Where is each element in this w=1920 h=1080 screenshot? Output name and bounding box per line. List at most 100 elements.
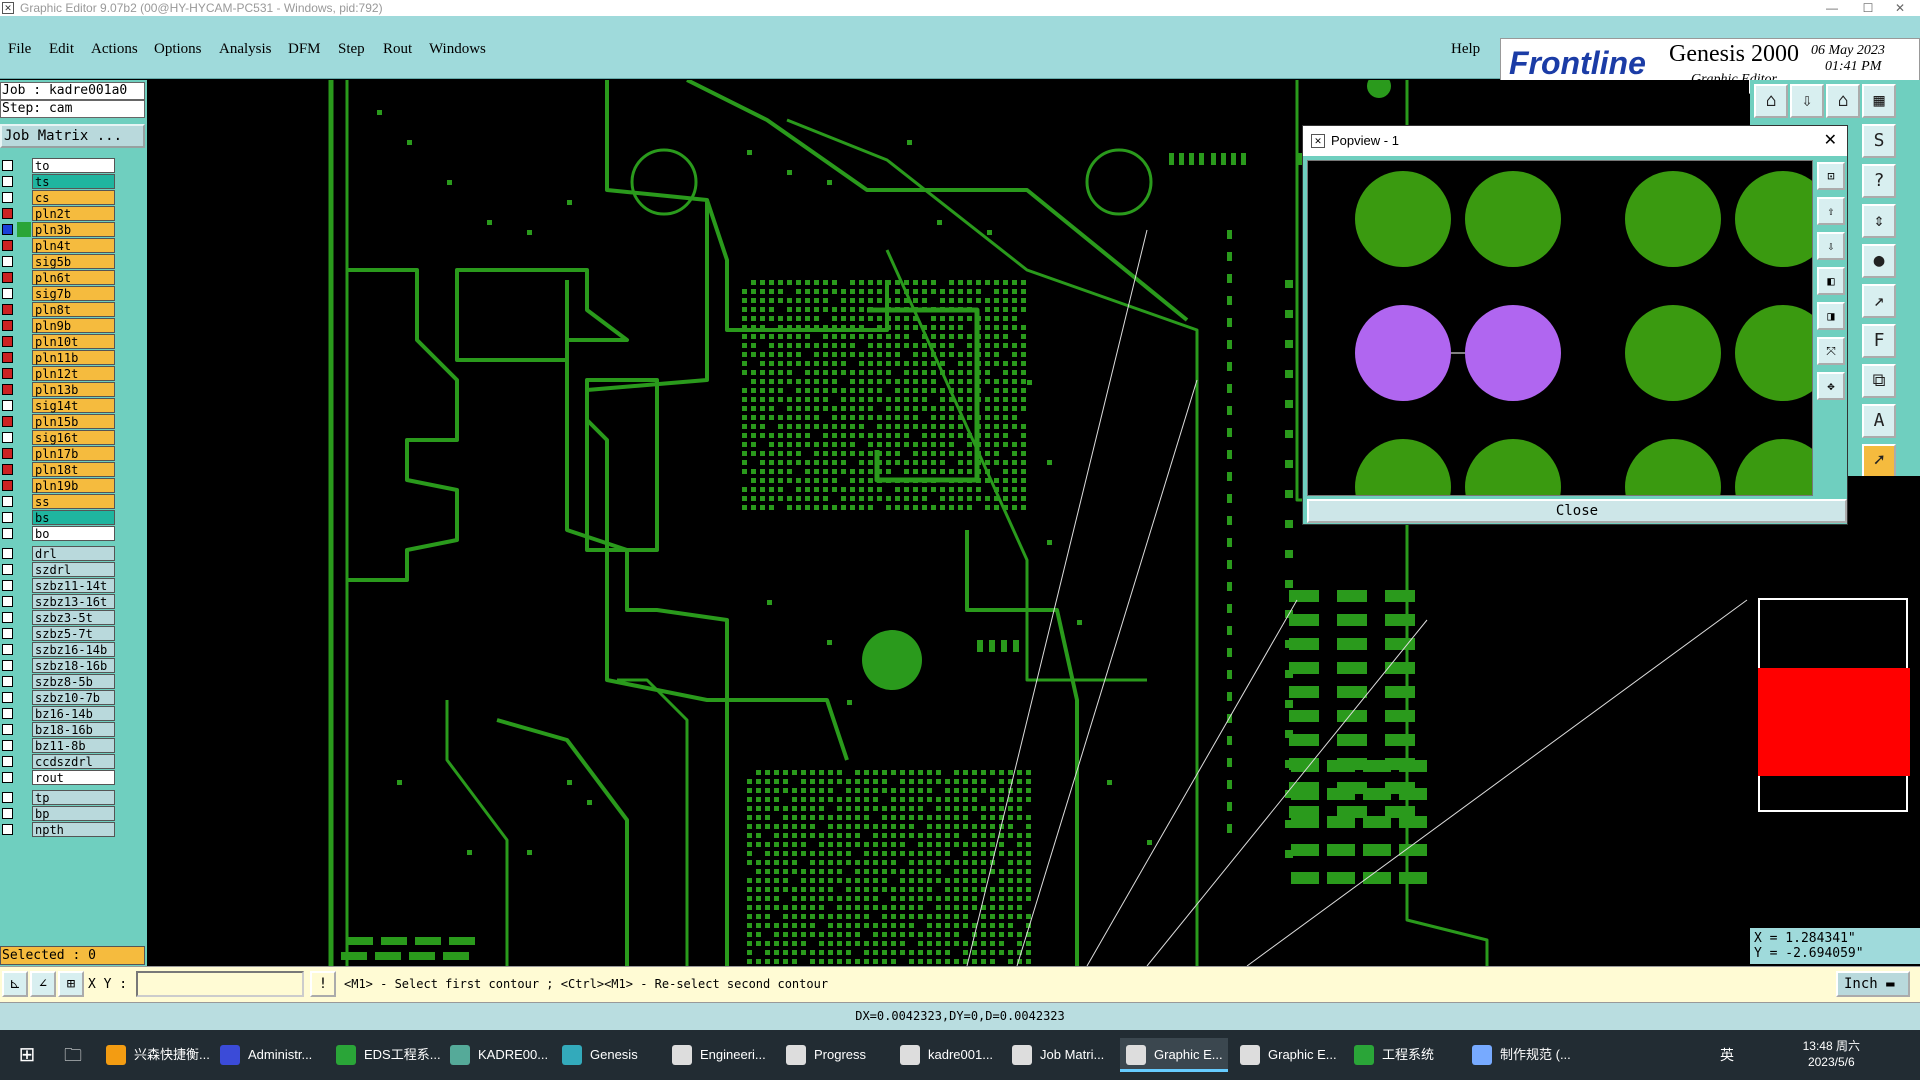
layer-checkbox[interactable] <box>2 192 13 203</box>
layer-color-swatch[interactable] <box>17 462 31 477</box>
layer-color-swatch[interactable] <box>17 690 31 705</box>
pv-fit-icon[interactable]: ⤧ <box>1817 337 1845 365</box>
taskbar-item[interactable]: Graphic E... <box>1234 1038 1342 1072</box>
layer-row-pln6t[interactable]: pln6t <box>0 270 117 285</box>
pv-zoom-out-icon[interactable]: ⇩ <box>1817 232 1845 260</box>
pad-icon[interactable]: ● <box>1862 244 1896 278</box>
layer-name[interactable]: pln9b <box>32 318 115 333</box>
layer-name[interactable]: bp <box>32 806 115 821</box>
layer-color-swatch[interactable] <box>17 594 31 609</box>
layer-checkbox[interactable] <box>2 740 13 751</box>
layer-row-npth[interactable]: npth <box>0 822 117 837</box>
layer-name[interactable]: sig7b <box>32 286 115 301</box>
menu-edit[interactable]: Edit <box>49 41 74 58</box>
popview-window[interactable]: ✕ Popview - 1 ✕ ⊡ ⇧ ⇩ ◧ ◨ ⤧ ✥ Close <box>1302 125 1848 525</box>
menu-windows[interactable]: Windows <box>429 41 486 58</box>
cursor-icon[interactable]: ➚ <box>1862 444 1896 478</box>
layer-name[interactable]: szbz3-5t <box>32 610 115 625</box>
layer-row-bz11-8b[interactable]: bz11-8b <box>0 738 117 753</box>
layer-checkbox[interactable] <box>2 692 13 703</box>
layer-name[interactable]: bz11-8b <box>32 738 115 753</box>
layer-color-swatch[interactable] <box>17 546 31 561</box>
layer-row-bs[interactable]: bs <box>0 510 117 525</box>
layer-color-swatch[interactable] <box>17 398 31 413</box>
menu-file[interactable]: File <box>8 41 31 58</box>
layer-checkbox[interactable] <box>2 368 13 379</box>
layer-name[interactable]: pln15b <box>32 414 115 429</box>
layer-name[interactable]: szdrl <box>32 562 115 577</box>
layer-color-swatch[interactable] <box>17 206 31 221</box>
layer-checkbox[interactable] <box>2 304 13 315</box>
layer-checkbox[interactable] <box>2 612 13 623</box>
menu-help[interactable]: Help <box>1451 41 1480 58</box>
layer-name[interactable]: ccdszdrl <box>32 754 115 769</box>
clock[interactable]: 13:48 周六 2023/5/6 <box>1803 1038 1860 1070</box>
layer-checkbox[interactable] <box>2 792 13 803</box>
layer-row-bz18-16b[interactable]: bz18-16b <box>0 722 117 737</box>
layer-row-ss[interactable]: ss <box>0 494 117 509</box>
help-icon[interactable]: ? <box>1862 164 1896 198</box>
layer-color-swatch[interactable] <box>17 350 31 365</box>
snap-icon[interactable]: S <box>1862 124 1896 158</box>
start-icon[interactable]: ⊞ <box>10 1038 44 1072</box>
layer-checkbox[interactable] <box>2 548 13 559</box>
layer-checkbox[interactable] <box>2 288 13 299</box>
popview-close-icon[interactable]: ✕ <box>1824 126 1837 156</box>
layer-row-szbz16-14b[interactable]: szbz16-14b <box>0 642 117 657</box>
layer-checkbox[interactable] <box>2 756 13 767</box>
layer-color-swatch[interactable] <box>17 754 31 769</box>
layer-checkbox[interactable] <box>2 824 13 835</box>
grid-icon[interactable]: ▦ <box>1862 84 1896 118</box>
pv-pan-left-icon[interactable]: ◧ <box>1817 267 1845 295</box>
menu-actions[interactable]: Actions <box>91 41 138 58</box>
layer-color-swatch[interactable] <box>17 494 31 509</box>
layer-name[interactable]: npth <box>32 822 115 837</box>
layer-checkbox[interactable] <box>2 564 13 575</box>
layer-row-bo[interactable]: bo <box>0 526 117 541</box>
taskbar-item[interactable]: Graphic E... <box>1120 1038 1228 1072</box>
layer-name[interactable]: cs <box>32 190 115 205</box>
layer-color-swatch[interactable] <box>17 366 31 381</box>
layer-color-swatch[interactable] <box>17 770 31 785</box>
pv-zoom-in-icon[interactable]: ⇧ <box>1817 197 1845 225</box>
layer-color-swatch[interactable] <box>17 318 31 333</box>
layer-color-swatch[interactable] <box>17 286 31 301</box>
layer-checkbox[interactable] <box>2 464 13 475</box>
layer-checkbox[interactable] <box>2 272 13 283</box>
layer-color-swatch[interactable] <box>17 222 31 237</box>
taskbar-item[interactable]: Administr... <box>214 1038 322 1072</box>
layer-color-swatch[interactable] <box>17 706 31 721</box>
layer-checkbox[interactable] <box>2 176 13 187</box>
layer-name[interactable]: pln17b <box>32 446 115 461</box>
snap-mode-icon[interactable]: ⊾ <box>2 971 28 997</box>
layer-name[interactable]: szbz5-7t <box>32 626 115 641</box>
layer-checkbox[interactable] <box>2 528 13 539</box>
layer-checkbox[interactable] <box>2 416 13 427</box>
layer-checkbox[interactable] <box>2 708 13 719</box>
layer-name[interactable]: bo <box>32 526 115 541</box>
layer-name[interactable]: ts <box>32 174 115 189</box>
layer-checkbox[interactable] <box>2 580 13 591</box>
taskbar-item[interactable]: Job Matri... <box>1006 1038 1114 1072</box>
layer-name[interactable]: sig5b <box>32 254 115 269</box>
select-icon[interactable]: ⧉ <box>1862 364 1896 398</box>
layer-row-pln8t[interactable]: pln8t <box>0 302 117 317</box>
layer-row-pln18t[interactable]: pln18t <box>0 462 117 477</box>
unit-select[interactable]: Inch ▬ <box>1836 971 1910 997</box>
layer-checkbox[interactable] <box>2 352 13 363</box>
layer-checkbox[interactable] <box>2 628 13 639</box>
layer-color-swatch[interactable] <box>17 658 31 673</box>
layer-row-pln10t[interactable]: pln10t <box>0 334 117 349</box>
layer-name[interactable]: tp <box>32 790 115 805</box>
layer-color-swatch[interactable] <box>17 642 31 657</box>
layer-color-swatch[interactable] <box>17 270 31 285</box>
route-icon[interactable]: ↗ <box>1862 284 1896 318</box>
layer-checkbox[interactable] <box>2 384 13 395</box>
layer-row-pln4t[interactable]: pln4t <box>0 238 117 253</box>
layer-row-sig16t[interactable]: sig16t <box>0 430 117 445</box>
layer-checkbox[interactable] <box>2 644 13 655</box>
taskbar-item[interactable]: EDS工程系... <box>330 1038 441 1072</box>
layer-color-swatch[interactable] <box>17 738 31 753</box>
layer-name[interactable]: drl <box>32 546 115 561</box>
layer-checkbox[interactable] <box>2 676 13 687</box>
